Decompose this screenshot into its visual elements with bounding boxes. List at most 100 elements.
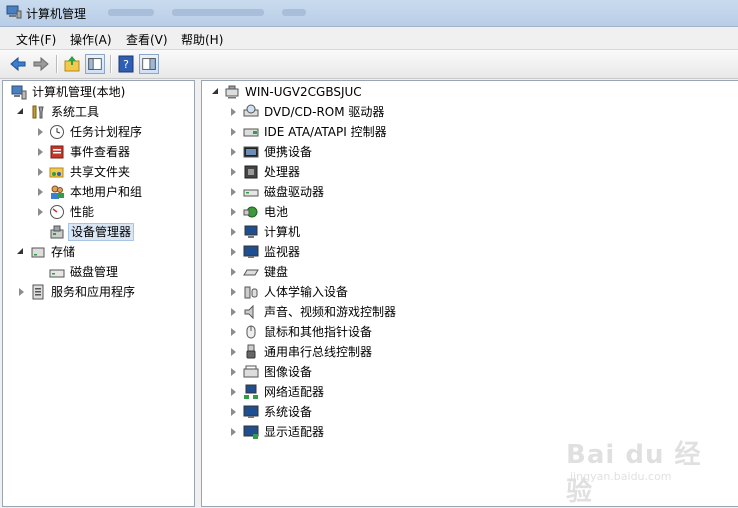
menu-file[interactable]: 文件(F) — [16, 31, 56, 48]
expand-arrow-icon[interactable] — [231, 168, 236, 176]
tree-node-label: 服务和应用程序 — [51, 285, 136, 299]
portable-device-icon — [243, 146, 259, 158]
expand-arrow-icon[interactable] — [231, 108, 236, 116]
menu-help[interactable]: 帮助(H) — [181, 31, 223, 48]
toolbar: ? — [0, 49, 738, 79]
dvd-drive-icon — [243, 104, 259, 117]
properties-icon[interactable] — [139, 54, 159, 74]
storage-icon — [31, 247, 45, 258]
device-category-label: 通用串行总线控制器 — [264, 345, 373, 359]
performance-icon — [50, 205, 64, 219]
device-category-label: 声音、视频和游戏控制器 — [264, 305, 397, 319]
device-category-label: 鼠标和其他指针设备 — [264, 325, 373, 339]
expand-arrow-icon[interactable] — [231, 148, 236, 156]
baidu-jingyan-watermark: Bai du 经验 jingyan.baidu.com — [566, 432, 706, 507]
blurred-tab — [282, 9, 306, 16]
expand-arrow-icon[interactable] — [38, 168, 43, 176]
blurred-tab — [172, 9, 264, 16]
computer-icon — [225, 85, 239, 99]
processor-icon — [244, 165, 258, 179]
expand-arrow-icon[interactable] — [231, 328, 236, 336]
up-folder-icon[interactable] — [62, 54, 82, 74]
expand-arrow-icon[interactable] — [231, 288, 236, 296]
menu-action[interactable]: 操作(A) — [70, 31, 112, 48]
device-tree-root-label: WIN-UGV2CGBSJUC — [245, 85, 362, 99]
monitor-icon — [243, 245, 259, 258]
hid-icon — [244, 286, 258, 299]
device-category-label: 计算机 — [264, 225, 301, 239]
show-hide-tree-icon[interactable] — [85, 54, 105, 74]
expand-arrow-icon[interactable] — [231, 308, 236, 316]
back-icon[interactable] — [8, 54, 28, 74]
expand-arrow-icon[interactable] — [19, 288, 24, 296]
svg-text:?: ? — [123, 58, 129, 71]
expand-arrow-icon[interactable] — [231, 388, 236, 396]
tree-node-label: 设备管理器 — [68, 223, 135, 241]
disk-management-icon — [49, 269, 65, 278]
expand-arrow-icon[interactable] — [231, 128, 236, 136]
collapse-arrow-icon[interactable] — [17, 108, 23, 114]
keyboard-icon — [243, 269, 259, 276]
tree-node-label: 事件查看器 — [70, 145, 131, 159]
battery-icon — [243, 206, 258, 218]
expand-arrow-icon[interactable] — [231, 408, 236, 416]
tools-icon — [32, 105, 44, 119]
shared-folder-icon — [49, 167, 64, 178]
network-adapter-icon — [244, 384, 258, 399]
device-category-label: 键盘 — [264, 265, 289, 279]
console-tree-pane[interactable]: 计算机管理(本地) 系统工具 任务计划程序 事件查看器 共享文件夹 本地用户和组… — [2, 80, 195, 507]
blurred-tab — [108, 9, 154, 16]
computer-icon — [244, 225, 258, 238]
toolbar-separator — [110, 55, 112, 73]
ide-controller-icon — [243, 128, 259, 137]
title-bar: 计算机管理 — [0, 0, 738, 27]
expand-arrow-icon[interactable] — [231, 188, 236, 196]
menu-view[interactable]: 查看(V) — [126, 31, 168, 48]
tree-node-label: 任务计划程序 — [70, 125, 143, 139]
device-category-label: 图像设备 — [264, 365, 313, 379]
disk-drive-icon — [243, 189, 259, 197]
expand-arrow-icon[interactable] — [231, 208, 236, 216]
forward-icon[interactable] — [31, 54, 51, 74]
menu-bar: 文件(F) 操作(A) 查看(V) 帮助(H) — [0, 27, 738, 49]
expand-arrow-icon[interactable] — [231, 248, 236, 256]
device-category-label: 电池 — [264, 205, 289, 219]
computer-management-icon — [11, 85, 27, 100]
toolbar-separator — [56, 55, 58, 73]
collapse-arrow-icon[interactable] — [17, 248, 23, 254]
tree-node-label: 系统工具 — [51, 105, 100, 119]
device-category-label: 系统设备 — [264, 405, 313, 419]
expand-arrow-icon[interactable] — [231, 348, 236, 356]
usb-icon — [246, 344, 256, 359]
device-category-label: 便携设备 — [264, 145, 313, 159]
system-device-icon — [243, 405, 259, 418]
device-category-label: 显示适配器 — [264, 425, 325, 439]
device-manager-icon — [50, 225, 64, 239]
tree-node-label: 计算机管理(本地) — [32, 85, 126, 99]
tree-node-label: 性能 — [70, 205, 95, 219]
collapse-arrow-icon[interactable] — [212, 88, 218, 94]
device-category-label: 处理器 — [264, 165, 301, 179]
device-category-label: 人体学输入设备 — [264, 285, 349, 299]
expand-arrow-icon[interactable] — [231, 228, 236, 236]
mouse-icon — [246, 325, 256, 339]
tree-node-label: 本地用户和组 — [70, 185, 143, 199]
expand-arrow-icon[interactable] — [231, 428, 236, 436]
tree-node-label: 存储 — [51, 245, 76, 259]
device-category-label: 监视器 — [264, 245, 301, 259]
expand-arrow-icon[interactable] — [38, 128, 43, 136]
expand-arrow-icon[interactable] — [38, 148, 43, 156]
device-category-label: IDE ATA/ATAPI 控制器 — [264, 125, 387, 139]
services-icon — [32, 284, 44, 300]
expand-arrow-icon[interactable] — [38, 208, 43, 216]
device-category-label: DVD/CD-ROM 驱动器 — [264, 105, 385, 119]
display-adapter-icon — [243, 425, 259, 439]
watermark-sub-text: jingyan.baidu.com — [570, 470, 672, 483]
window-title: 计算机管理 — [26, 7, 87, 21]
expand-arrow-icon[interactable] — [38, 188, 43, 196]
tree-node-label: 共享文件夹 — [70, 165, 131, 179]
expand-arrow-icon[interactable] — [231, 368, 236, 376]
help-icon[interactable]: ? — [116, 54, 136, 74]
expand-arrow-icon[interactable] — [231, 268, 236, 276]
device-category-label: 网络适配器 — [264, 385, 325, 399]
